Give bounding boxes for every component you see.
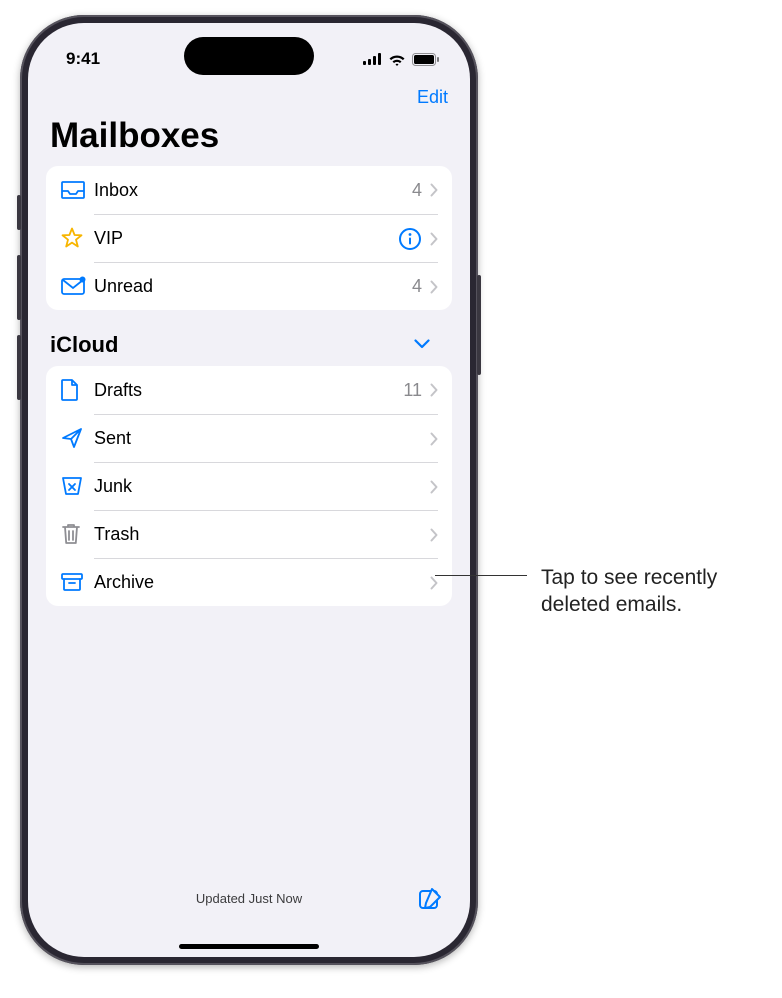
sync-status: Updated Just Now [196,891,302,906]
volume-up-button [17,255,21,320]
info-icon[interactable] [398,227,422,251]
chevron-right-icon [430,280,438,294]
mailbox-junk[interactable]: Junk [46,462,452,510]
screen: 9:41 Edit Mailboxes Inbox4VIPUnread4 iCl… [28,23,470,957]
mailbox-label: Junk [94,476,430,497]
mailbox-label: Trash [94,524,430,545]
chevron-right-icon [430,383,438,397]
mailbox-count: 4 [412,180,422,201]
mailbox-unread[interactable]: Unread4 [46,262,452,310]
star-icon [60,226,94,250]
unread-icon [60,276,94,296]
mailbox-inbox[interactable]: Inbox4 [46,166,452,214]
account-section-header[interactable]: iCloud [46,310,452,366]
home-indicator [179,944,319,949]
side-button [477,275,481,375]
mailbox-label: VIP [94,228,398,249]
callout-line [435,575,527,576]
callout-text: Tap to see recently deleted emails. [541,564,771,619]
compose-button[interactable] [416,885,444,916]
battery-icon [412,53,440,66]
phone-frame: 9:41 Edit Mailboxes Inbox4VIPUnread4 iCl… [20,15,478,965]
callout: Tap to see recently deleted emails. [435,564,771,619]
mailbox-drafts[interactable]: Drafts11 [46,366,452,414]
account-header-label: iCloud [50,332,118,358]
mailbox-count: 11 [403,380,422,401]
mailbox-label: Inbox [94,180,412,201]
mailbox-archive[interactable]: Archive [46,558,452,606]
chevron-right-icon [430,432,438,446]
chevron-right-icon [430,183,438,197]
compose-icon [416,901,444,916]
smart-mailboxes-group: Inbox4VIPUnread4 [46,166,452,310]
page-title: Mailboxes [28,112,470,166]
mailbox-label: Archive [94,572,430,593]
junk-icon [60,475,94,497]
mailbox-sent[interactable]: Sent [46,414,452,462]
volume-down-button [17,335,21,400]
sent-icon [60,426,94,450]
dynamic-island [184,37,314,75]
chevron-right-icon [430,480,438,494]
mailbox-vip[interactable]: VIP [46,214,452,262]
mailbox-trash[interactable]: Trash [46,510,452,558]
wifi-icon [388,53,406,66]
silent-switch [17,195,21,230]
nav-bar: Edit [28,81,470,112]
status-time: 9:41 [66,49,100,69]
trash-icon [60,522,94,546]
mailbox-label: Unread [94,276,412,297]
mailbox-label: Drafts [94,380,403,401]
mailbox-count: 4 [412,276,422,297]
cellular-icon [363,53,382,65]
chevron-down-icon [414,336,430,354]
inbox-icon [60,180,94,200]
mailbox-label: Sent [94,428,430,449]
status-indicators [363,53,440,66]
account-mailboxes-group: Drafts11 Sent Junk Trash Archive [46,366,452,606]
archive-icon [60,572,94,592]
chevron-right-icon [430,232,438,246]
draft-icon [60,378,94,402]
chevron-right-icon [430,528,438,542]
mailbox-list: Inbox4VIPUnread4 iCloud Drafts11SentJunk… [28,166,470,879]
edit-button[interactable]: Edit [417,87,448,108]
